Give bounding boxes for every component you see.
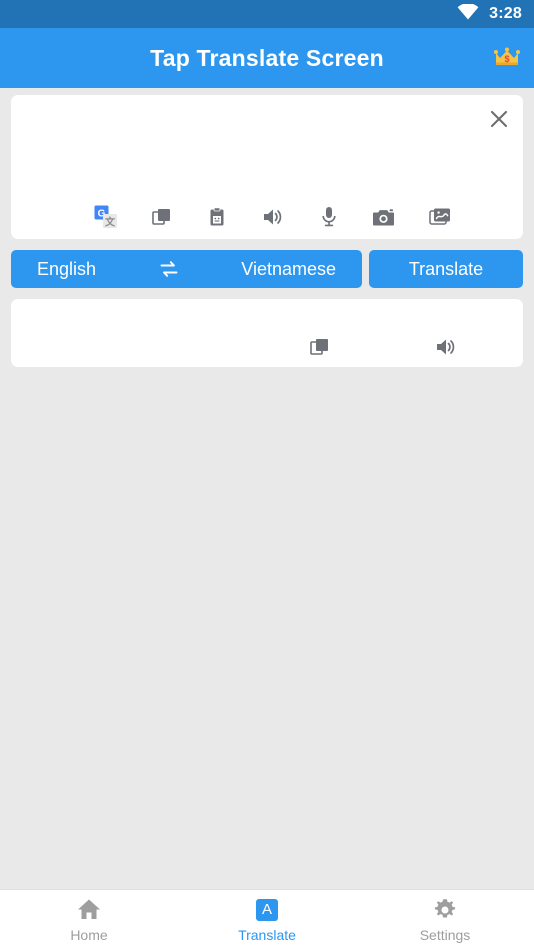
nav-item-translate[interactable]: A Translate — [178, 890, 356, 949]
bottom-navigation: Home A Translate Settings — [0, 889, 534, 949]
crown-icon[interactable]: $ — [490, 43, 524, 73]
translated-text — [11, 299, 523, 317]
speaker-icon[interactable] — [256, 201, 290, 233]
page-title: Tap Translate Screen — [150, 44, 384, 71]
home-icon — [77, 897, 101, 923]
output-card — [11, 299, 523, 367]
source-text[interactable] — [11, 95, 523, 115]
status-bar: 3:28 — [0, 0, 534, 28]
svg-text:$: $ — [504, 54, 509, 64]
nav-item-settings[interactable]: Settings — [356, 890, 534, 949]
source-language-label[interactable]: English — [37, 259, 96, 280]
language-bar: English Vietnamese Translate — [11, 250, 523, 288]
gear-icon — [433, 897, 457, 923]
app-header: Tap Translate Screen $ — [0, 28, 534, 88]
wifi-icon — [457, 2, 479, 25]
input-action-row: G 文 — [11, 201, 523, 233]
close-icon[interactable] — [479, 99, 519, 139]
output-action-row — [303, 331, 523, 363]
svg-text:文: 文 — [105, 216, 116, 229]
translate-button[interactable]: Translate — [369, 250, 523, 288]
input-card[interactable]: G 文 — [11, 95, 523, 239]
nav-label-home: Home — [70, 926, 108, 943]
nav-label-translate: Translate — [238, 926, 296, 943]
nav-label-settings: Settings — [419, 926, 471, 943]
language-selector[interactable]: English Vietnamese — [11, 250, 362, 288]
target-language-label[interactable]: Vietnamese — [241, 259, 336, 280]
status-time: 3:28 — [489, 5, 522, 22]
clipboard-paste-icon[interactable] — [200, 201, 234, 233]
swap-icon[interactable] — [154, 254, 184, 284]
microphone-icon[interactable] — [312, 201, 346, 233]
translate-badge-icon: A — [256, 897, 278, 923]
camera-icon[interactable] — [367, 201, 401, 233]
google-translate-icon[interactable]: G 文 — [89, 201, 123, 233]
copy-icon[interactable] — [303, 331, 337, 363]
speaker-icon[interactable] — [429, 331, 463, 363]
copy-icon[interactable] — [145, 201, 179, 233]
translate-button-label: Translate — [408, 258, 484, 279]
nav-item-home[interactable]: Home — [0, 890, 178, 949]
image-icon[interactable] — [423, 201, 457, 233]
